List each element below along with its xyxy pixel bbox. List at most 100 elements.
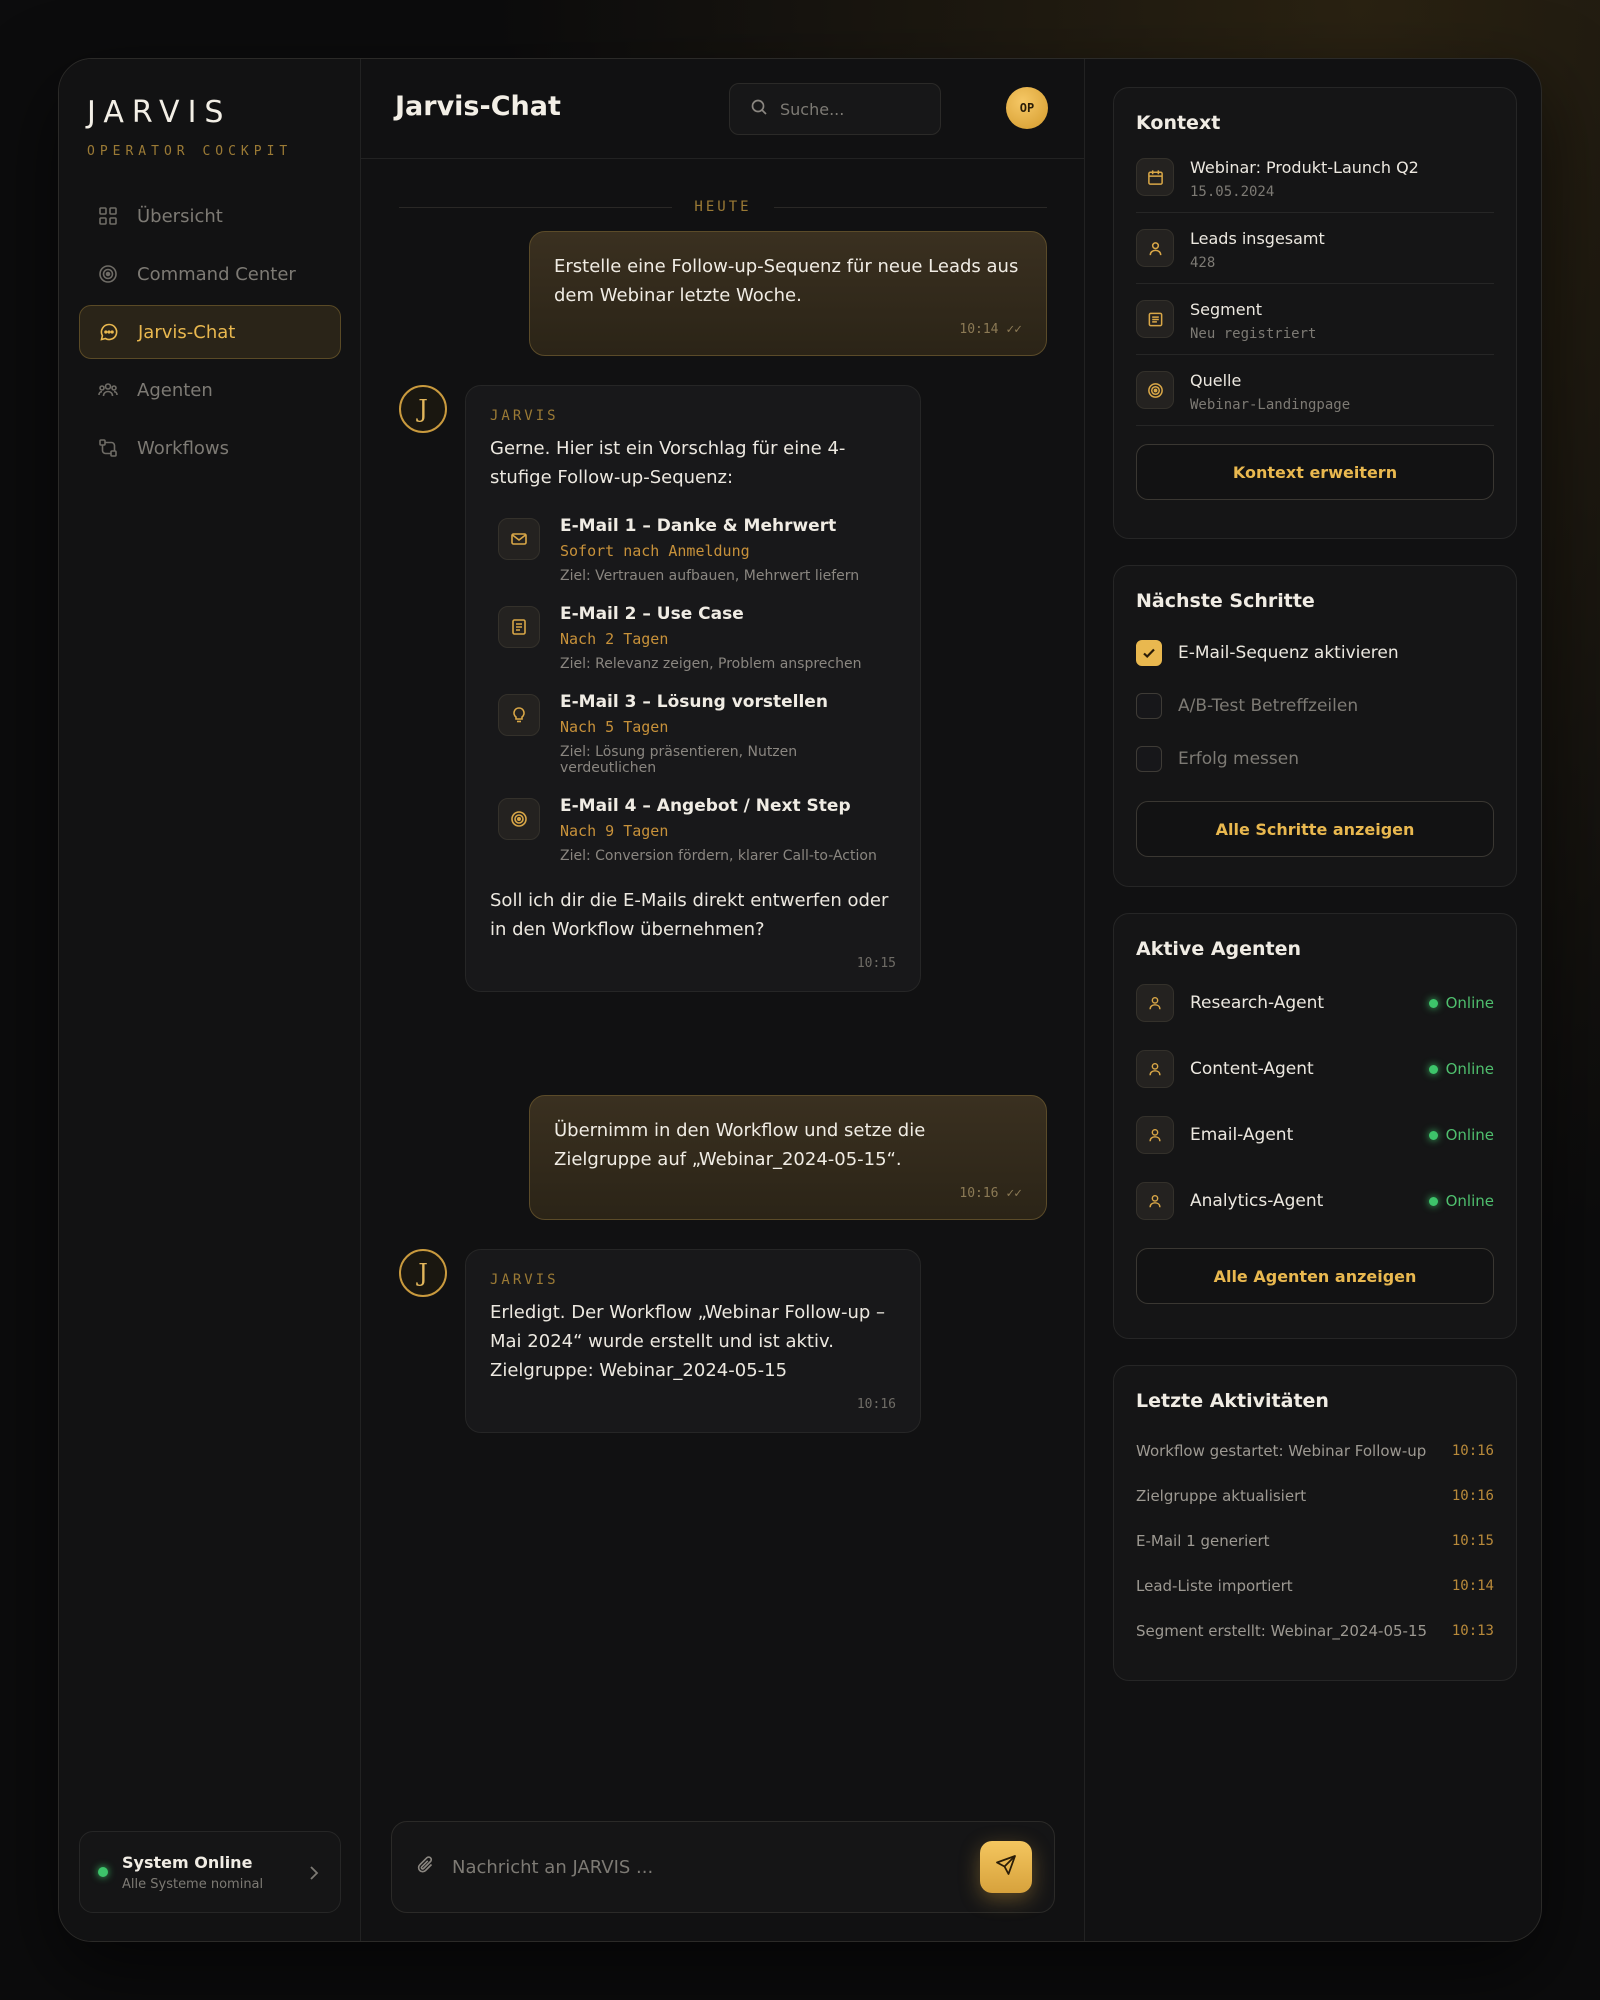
todo-label: E-Mail-Sequenz aktivieren xyxy=(1178,642,1399,663)
sequence-step: E-Mail 1 – Danke & Mehrwert Sofort nach … xyxy=(490,516,896,584)
expand-context-button[interactable]: Kontext erweitern xyxy=(1136,444,1494,500)
step-goal: Ziel: Conversion fördern, klarer Call-to… xyxy=(560,848,877,864)
context-value: Webinar-Landingpage xyxy=(1190,397,1351,413)
send-button[interactable] xyxy=(980,1841,1032,1893)
step-title: E-Mail 2 – Use Case xyxy=(560,604,744,624)
sidebar-item-command-center[interactable]: Command Center xyxy=(79,247,341,301)
agent-row[interactable]: Content-Agent Online xyxy=(1136,1036,1494,1102)
chat-header: Jarvis-Chat Suche... OP xyxy=(361,59,1084,159)
status-dot xyxy=(1428,1064,1438,1074)
step-title: E-Mail 4 – Angebot / Next Step xyxy=(560,796,851,816)
message-text: Gerne. Hier ist ein Vorschlag für eine 4… xyxy=(490,438,846,488)
search-placeholder: Suche... xyxy=(780,99,845,119)
avatar[interactable]: OP xyxy=(1006,87,1048,129)
user-message: Erstelle eine Follow-up-Sequenz für neue… xyxy=(529,231,1047,356)
context-value: 15.05.2024 xyxy=(1190,184,1275,200)
bot-message: JARVIS Erledigt. Der Workflow „Webinar F… xyxy=(465,1249,921,1433)
user-icon xyxy=(1136,229,1174,267)
todo-item[interactable]: E-Mail-Sequenz aktivieren xyxy=(1136,626,1494,679)
context-panel: Kontext Webinar: Produkt-Launch Q2 15.05… xyxy=(1113,87,1517,539)
target-icon xyxy=(498,798,540,840)
context-value: Neu registriert xyxy=(1190,326,1317,342)
bot-avatar: J xyxy=(399,385,447,433)
user-icon xyxy=(1136,1182,1174,1220)
sidebar-item-label: Agenten xyxy=(137,379,213,401)
status-dot xyxy=(1428,998,1438,1008)
sidebar-item-label: Jarvis-Chat xyxy=(138,321,236,343)
bot-name: JARVIS xyxy=(490,1272,559,1288)
context-row: Webinar: Produkt-Launch Q2 15.05.2024 xyxy=(1136,142,1494,213)
step-title: E-Mail 3 – Lösung vorstellen xyxy=(560,692,828,712)
context-row: Quelle Webinar-Landingpage xyxy=(1136,355,1494,426)
workflow-icon xyxy=(97,437,119,459)
agent-row[interactable]: Research-Agent Online xyxy=(1136,970,1494,1036)
activity-row: Segment erstellt: Webinar_2024-05-15 10:… xyxy=(1136,1608,1494,1653)
panel-title: Nächste Schritte xyxy=(1136,590,1315,612)
checkbox[interactable] xyxy=(1136,745,1162,772)
status-badge: Online xyxy=(1445,1126,1494,1144)
sequence-step: E-Mail 3 – Lösung vorstellen Nach 5 Tage… xyxy=(490,692,896,776)
checkbox[interactable] xyxy=(1136,692,1162,719)
status-badge: Online xyxy=(1445,1060,1494,1078)
message-composer[interactable]: Nachricht an JARVIS ... xyxy=(391,1821,1055,1913)
chat-main: Jarvis-Chat Suche... OP HEUTE Erstelle e… xyxy=(361,59,1085,1941)
panel-title: Kontext xyxy=(1136,112,1221,134)
context-row: Segment Neu registriert xyxy=(1136,284,1494,355)
message-input[interactable]: Nachricht an JARVIS ... xyxy=(452,1857,980,1878)
context-title: Leads insgesamt xyxy=(1190,229,1325,248)
message-time: 10:14 ✓✓ xyxy=(959,322,1022,337)
day-label: HEUTE xyxy=(694,199,752,215)
step-timing: Nach 9 Tagen xyxy=(560,822,669,840)
activity-time: 10:14 xyxy=(1451,1577,1494,1594)
show-all-agents-button[interactable]: Alle Agenten anzeigen xyxy=(1136,1248,1494,1304)
activities-panel: Letzte Aktivitäten Workflow gestartet: W… xyxy=(1113,1365,1517,1681)
agent-row[interactable]: Analytics-Agent Online xyxy=(1136,1168,1494,1234)
activity-row: Lead-Liste importiert 10:14 xyxy=(1136,1563,1494,1608)
status-badge: Online xyxy=(1445,994,1494,1012)
search-input[interactable]: Suche... xyxy=(729,83,941,135)
app-window: JARVIS OPERATOR COCKPIT Übersicht Comman… xyxy=(58,58,1542,1942)
paperclip-icon[interactable] xyxy=(416,1855,436,1879)
sidebar-item-agenten[interactable]: Agenten xyxy=(79,363,341,417)
context-title: Segment xyxy=(1190,300,1262,319)
message-text: Erledigt. Der Workflow „Webinar Follow-u… xyxy=(490,1302,886,1381)
sidebar: JARVIS OPERATOR COCKPIT Übersicht Comman… xyxy=(59,59,361,1941)
sidebar-item-jarvis-chat[interactable]: Jarvis-Chat xyxy=(79,305,341,359)
context-value: 428 xyxy=(1190,255,1216,271)
list-icon xyxy=(1136,300,1174,338)
grid-icon xyxy=(97,205,119,227)
users-icon xyxy=(97,379,119,401)
brand-subtitle: OPERATOR COCKPIT xyxy=(87,144,293,159)
show-all-steps-button[interactable]: Alle Schritte anzeigen xyxy=(1136,801,1494,857)
agent-name: Content-Agent xyxy=(1190,1059,1314,1079)
agent-row[interactable]: Email-Agent Online xyxy=(1136,1102,1494,1168)
panel-title: Letzte Aktivitäten xyxy=(1136,1390,1329,1412)
bot-name: JARVIS xyxy=(490,408,559,424)
target-icon xyxy=(97,263,119,285)
mail-icon xyxy=(498,518,540,560)
brand-name: JARVIS xyxy=(87,95,232,130)
step-goal: Ziel: Relevanz zeigen, Problem anspreche… xyxy=(560,656,862,672)
activity-time: 10:16 xyxy=(1451,1487,1494,1504)
chevron-right-icon xyxy=(308,1865,320,1885)
send-icon xyxy=(995,1854,1017,1880)
system-status[interactable]: System Online Alle Systeme nominal xyxy=(79,1831,341,1913)
activity-label: Zielgruppe aktualisiert xyxy=(1136,1486,1307,1505)
sidebar-item-label: Command Center xyxy=(137,263,296,285)
todo-item[interactable]: Erfolg messen xyxy=(1136,732,1494,785)
activity-time: 10:15 xyxy=(1451,1532,1494,1549)
todo-item[interactable]: A/B-Test Betreffzeilen xyxy=(1136,679,1494,732)
message-time: 10:16 ✓✓ xyxy=(959,1186,1022,1201)
user-message: Übernimm in den Workflow und setze die Z… xyxy=(529,1095,1047,1220)
context-row: Leads insgesamt 428 xyxy=(1136,213,1494,284)
checkbox[interactable] xyxy=(1136,639,1162,666)
sidebar-item-workflows[interactable]: Workflows xyxy=(79,421,341,475)
sidebar-item-uebersicht[interactable]: Übersicht xyxy=(79,189,341,243)
activity-row: Workflow gestartet: Webinar Follow-up 10… xyxy=(1136,1428,1494,1473)
day-separator: HEUTE xyxy=(399,197,1047,217)
step-goal: Ziel: Vertrauen aufbauen, Mehrwert liefe… xyxy=(560,568,860,584)
agent-name: Analytics-Agent xyxy=(1190,1191,1324,1211)
system-status-title: System Online xyxy=(122,1852,253,1872)
message-text: Erstelle eine Follow-up-Sequenz für neue… xyxy=(554,256,1019,306)
bot-avatar: J xyxy=(399,1249,447,1297)
